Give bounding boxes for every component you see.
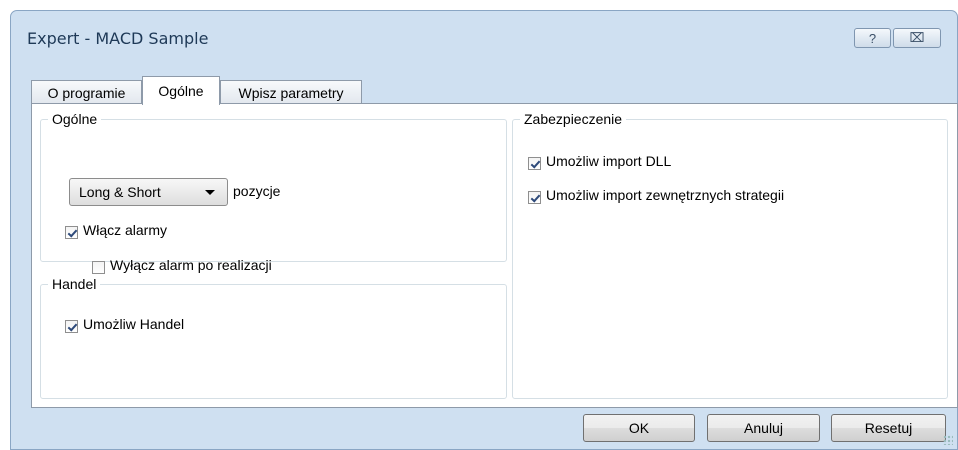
disable-alert-after-label: Wyłącz alarm po realizacji	[110, 257, 272, 273]
resize-grip-icon[interactable]	[943, 435, 953, 445]
group-general: Ogólne Long & Short pozycje Włącz alarmy…	[40, 111, 507, 274]
tab-label: O programie	[47, 84, 126, 101]
reset-button[interactable]: Resetuj	[831, 414, 946, 442]
allow-trade-label: Umożliw Handel	[83, 316, 185, 332]
help-icon: ?	[868, 30, 877, 46]
help-button[interactable]: ?	[854, 28, 891, 48]
chevron-down-icon	[205, 190, 215, 195]
tab-label: Wpisz parametry	[238, 84, 344, 101]
allow-trade-checkbox[interactable]	[65, 320, 78, 333]
positions-select[interactable]: Long & Short	[69, 178, 228, 206]
positions-suffix: pozycje	[233, 183, 281, 199]
group-general-title: Ogólne	[48, 111, 102, 127]
disable-alert-after-checkbox[interactable]	[92, 261, 105, 274]
enable-alerts-label: Włącz alarmy	[83, 222, 168, 238]
tab-panel: Ogólne Long & Short pozycje Włącz alarmy…	[31, 103, 958, 408]
group-trade: Handel Umożliw Handel	[40, 276, 507, 399]
group-safety-title: Zabezpieczenie	[520, 111, 627, 127]
positions-select-value: Long & Short	[79, 184, 161, 200]
group-safety: Zabezpieczenie Umożliw import DLL Umożli…	[512, 111, 948, 399]
allow-external-label: Umożliw import zewnętrznych strategii	[546, 187, 785, 203]
dialog-window: Expert - MACD Sample ? ⌧ O programie Ogó…	[10, 10, 958, 450]
tab-ogolne[interactable]: Ogólne	[142, 76, 220, 105]
tab-wpisz-parametry[interactable]: Wpisz parametry	[220, 80, 362, 104]
allow-external-checkbox[interactable]	[528, 191, 541, 204]
allow-dll-checkbox[interactable]	[528, 157, 541, 170]
group-trade-title: Handel	[48, 276, 101, 292]
tab-o-programie[interactable]: O programie	[31, 80, 142, 104]
allow-dll-label: Umożliw import DLL	[546, 153, 672, 169]
close-icon: ⌧	[909, 30, 925, 45]
window-title: Expert - MACD Sample	[27, 29, 209, 48]
enable-alerts-checkbox[interactable]	[65, 226, 78, 239]
ok-button[interactable]: OK	[583, 414, 695, 442]
close-button[interactable]: ⌧	[893, 28, 941, 48]
cancel-button[interactable]: Anuluj	[707, 414, 820, 442]
tab-label: Ogólne	[158, 83, 204, 99]
